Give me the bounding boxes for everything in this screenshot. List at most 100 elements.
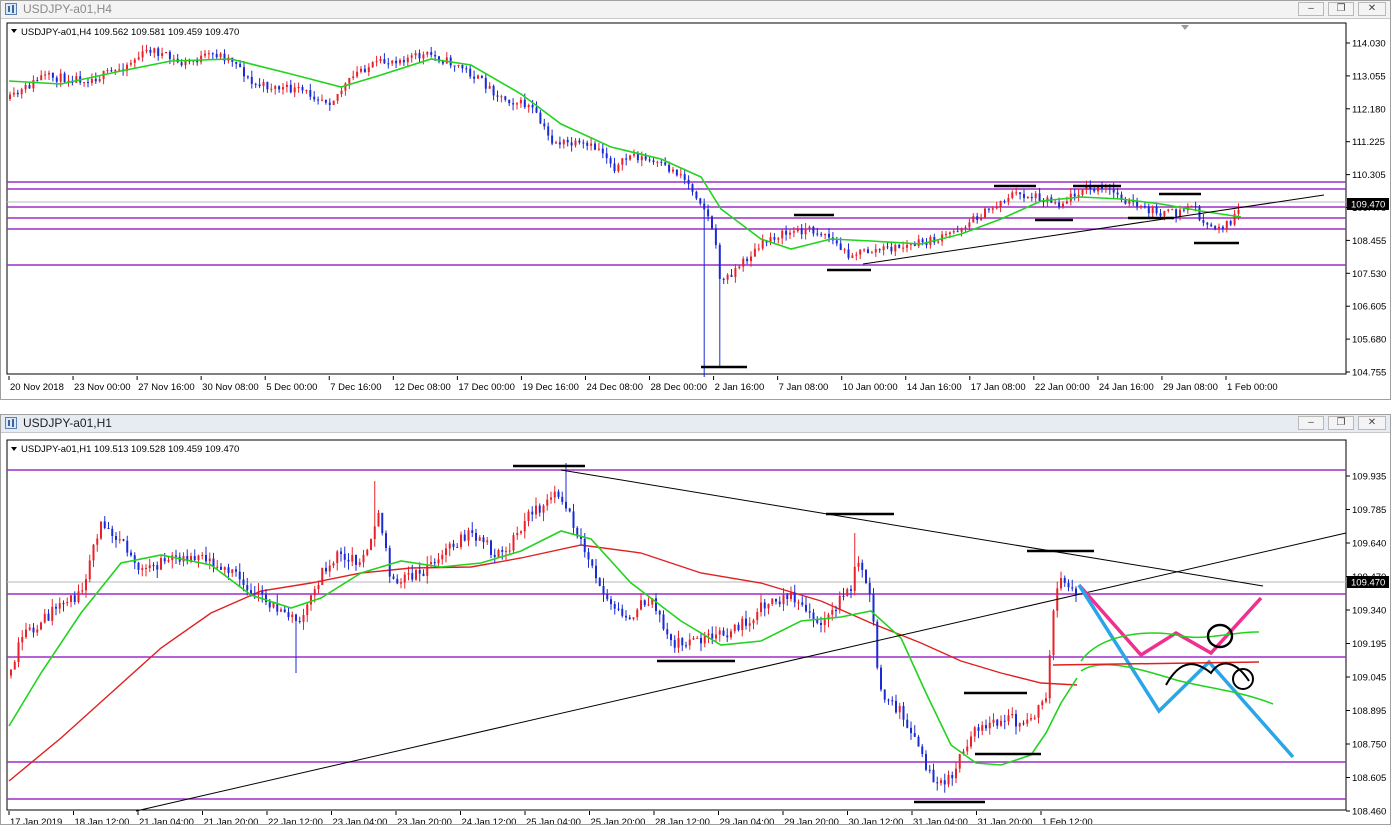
window-title: USDJPY-a01,H1	[23, 416, 112, 430]
price-tick-label: 109.195	[1352, 639, 1386, 650]
window-titlebar[interactable]: USDJPY-a01,H1 – ❐ ✕	[1, 415, 1390, 433]
symbol-info-text: USDJPY-a01,H4 109.562 109.581 109.459 10…	[21, 27, 239, 38]
time-tick-label: 7 Jan 08:00	[779, 382, 829, 393]
time-tick-label: 2 Jan 16:00	[715, 382, 765, 393]
current-price-tag: 109.470	[1347, 576, 1389, 589]
price-tick-label: 105.680	[1352, 335, 1386, 346]
price-tick-label: 109.935	[1352, 472, 1386, 483]
time-tick-label: 30 Jan 12:00	[849, 817, 904, 825]
candle	[415, 568, 417, 581]
time-tick-label: 1 Feb 12:00	[1042, 817, 1093, 825]
time-tick-label: 22 Jan 00:00	[1035, 382, 1090, 393]
time-tick-label: 5 Dec 00:00	[266, 382, 317, 393]
price-tick-label: 107.530	[1352, 269, 1386, 280]
time-tick-label: 10 Jan 00:00	[843, 382, 898, 393]
candle	[880, 664, 882, 692]
minimize-button[interactable]: –	[1298, 2, 1324, 16]
time-tick-label: 23 Jan 04:00	[333, 817, 388, 825]
price-tick-label: 109.045	[1352, 673, 1386, 684]
candle	[917, 735, 920, 747]
window-titlebar[interactable]: USDJPY-a01,H4 – ❐ ✕	[1, 1, 1390, 19]
candle	[711, 215, 713, 231]
time-tick-label: 22 Jan 12:00	[268, 817, 323, 825]
time-tick-label: 19 Dec 16:00	[522, 382, 579, 393]
restore-button[interactable]: ❐	[1328, 2, 1354, 16]
time-tick-label: 28 Jan 12:00	[655, 817, 710, 825]
close-icon: ✕	[1367, 3, 1377, 14]
chart-window-h1[interactable]: USDJPY-a01,H1 – ❐ ✕ USDJPY-a01,H1 109.51…	[0, 414, 1391, 825]
candle	[40, 621, 42, 631]
minimize-icon: –	[1308, 417, 1314, 428]
time-tick-label: 24 Jan 16:00	[1099, 382, 1154, 393]
window-title: USDJPY-a01,H4	[23, 2, 112, 16]
price-tick-label: 109.340	[1352, 606, 1386, 617]
price-tick-label: 106.605	[1352, 302, 1386, 313]
candle	[371, 61, 374, 68]
close-button[interactable]: ✕	[1358, 2, 1386, 16]
time-tick-label: 27 Nov 16:00	[138, 382, 195, 393]
price-tick-label: 108.455	[1352, 236, 1386, 247]
plot-area	[6, 439, 1347, 811]
price-tick-label: 113.055	[1352, 71, 1386, 82]
minimize-button[interactable]: –	[1298, 416, 1324, 430]
chart-window-h4[interactable]: USDJPY-a01,H4 – ❐ ✕ USDJPY-a01,H4 109.56…	[0, 0, 1391, 400]
current-price-tag: 109.470	[1347, 198, 1389, 211]
candle	[1048, 650, 1051, 704]
minimize-icon: –	[1308, 3, 1314, 14]
price-tick-label: 108.750	[1352, 740, 1386, 751]
price-tick-label: 104.755	[1352, 368, 1386, 379]
restore-button[interactable]: ❐	[1328, 416, 1354, 430]
candle	[876, 619, 879, 670]
current-price-label: 109.470	[1351, 578, 1385, 589]
time-tick-label: 21 Jan 04:00	[139, 817, 194, 825]
time-tick-label: 17 Jan 2019	[10, 817, 62, 825]
candle	[1052, 609, 1055, 661]
time-tick-label: 25 Jan 20:00	[591, 817, 646, 825]
time-tick-label: 29 Jan 08:00	[1163, 382, 1218, 393]
time-tick-label: 29 Jan 20:00	[784, 817, 839, 825]
price-tick-label: 110.305	[1352, 170, 1386, 181]
candle	[598, 576, 601, 587]
restore-icon: ❐	[1336, 3, 1346, 14]
candle	[370, 538, 372, 551]
chart-window-icon	[5, 417, 17, 429]
time-tick-label: 7 Dec 16:00	[330, 382, 381, 393]
time-tick-label: 20 Nov 2018	[10, 382, 64, 393]
time-tick-label: 31 Jan 20:00	[978, 817, 1033, 825]
candle	[865, 569, 867, 585]
close-icon: ✕	[1367, 417, 1377, 428]
time-tick-label: 18 Jan 12:00	[75, 817, 130, 825]
price-chart-h1[interactable]: USDJPY-a01,H1 109.513 109.528 109.459 10…	[1, 433, 1390, 825]
candle	[381, 512, 384, 536]
time-tick-label: 17 Dec 00:00	[458, 382, 515, 393]
time-axis: 20 Nov 2018 23 Nov 00:00 27 Nov 16:00 30 No…	[8, 376, 1278, 393]
price-chart-h4[interactable]: USDJPY-a01,H4 109.562 109.581 109.459 10…	[1, 19, 1390, 399]
time-tick-label: 24 Jan 12:00	[462, 817, 517, 825]
plot-area	[6, 22, 1347, 375]
time-tick-label: 23 Nov 00:00	[74, 382, 131, 393]
price-tick-label: 111.225	[1352, 137, 1385, 148]
time-tick-label: 12 Dec 08:00	[394, 382, 451, 393]
chart-window-icon	[5, 3, 17, 15]
price-tick-label: 112.180	[1352, 104, 1386, 115]
price-tick-label: 108.895	[1352, 706, 1386, 717]
time-tick-label: 29 Jan 04:00	[720, 817, 775, 825]
time-tick-label: 30 Nov 08:00	[202, 382, 259, 393]
price-tick-label: 109.785	[1352, 505, 1386, 516]
candle	[100, 521, 102, 541]
price-axis: 109.935 109.785 109.640 109.470 109.340 109.1…	[1346, 472, 1386, 818]
time-tick-label: 23 Jan 20:00	[397, 817, 452, 825]
price-tick-label: 114.030	[1352, 39, 1386, 50]
time-axis: 17 Jan 2019 18 Jan 12:00 21 Jan 04:00 21 Ja…	[8, 811, 1093, 825]
candle	[165, 51, 167, 54]
current-price-label: 109.470	[1351, 200, 1385, 211]
candle	[321, 567, 324, 586]
candle	[332, 100, 335, 106]
time-tick-label: 25 Jan 04:00	[526, 817, 581, 825]
price-tick-label: 109.640	[1352, 539, 1386, 550]
time-tick-label: 28 Dec 00:00	[651, 382, 708, 393]
restore-icon: ❐	[1336, 417, 1346, 428]
symbol-info-text: USDJPY-a01,H1 109.513 109.528 109.459 10…	[21, 444, 239, 455]
close-button[interactable]: ✕	[1358, 416, 1386, 430]
time-tick-label: 24 Dec 08:00	[586, 382, 643, 393]
